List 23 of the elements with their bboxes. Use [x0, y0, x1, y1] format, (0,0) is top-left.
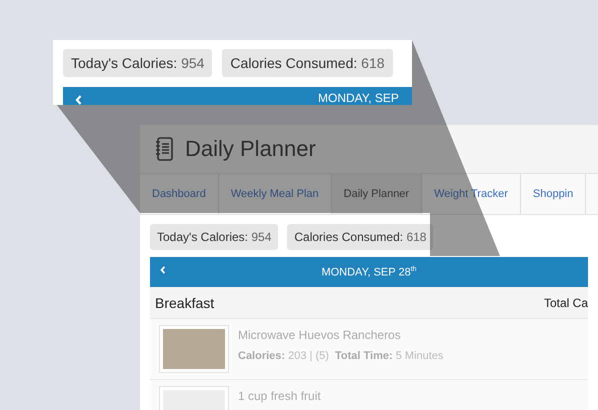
meal-item[interactable]: Microwave Huevos Rancheros Calories: 203 | (5) Total Time: 5 Minutes	[150, 319, 588, 380]
date-label: MONDAY, SEP	[318, 91, 399, 105]
notebook-icon	[155, 137, 173, 161]
meal-item[interactable]: 1 cup fresh fruit	[150, 380, 588, 410]
nav-tab[interactable]: Shoppin	[520, 174, 586, 214]
recipe-name: 1 cup fresh fruit	[238, 389, 321, 403]
calorie-stat: Today's Calories: 954	[150, 224, 278, 250]
date-label: MONDAY, SEP 28$^{th}$	[320, 266, 418, 278]
calorie-stat: Today's Calories: 954	[63, 49, 212, 77]
back-chevron-icon	[75, 95, 82, 105]
photo-placeholder	[160, 326, 228, 372]
calorie-stat: Calories Consumed: 618	[287, 224, 434, 250]
total-label: Total Ca	[544, 296, 588, 310]
nav-tab[interactable]: Daily Planner	[332, 174, 422, 214]
back-chevron-icon	[160, 266, 166, 274]
nav-tab[interactable]: Dashboard	[140, 174, 219, 214]
recipe-details: Calories: 203 | (5) Total Time: 5 Minutes	[238, 350, 444, 362]
page-title: Daily Planner	[185, 136, 316, 162]
calorie-stat: Calories Consumed: 618	[222, 49, 393, 77]
nav-tab[interactable]: Weight Tracker	[422, 174, 521, 214]
recipe-name: Microwave Huevos Rancheros	[238, 328, 402, 342]
meal-name: Breakfast	[155, 294, 214, 310]
back-button[interactable]	[160, 266, 166, 274]
